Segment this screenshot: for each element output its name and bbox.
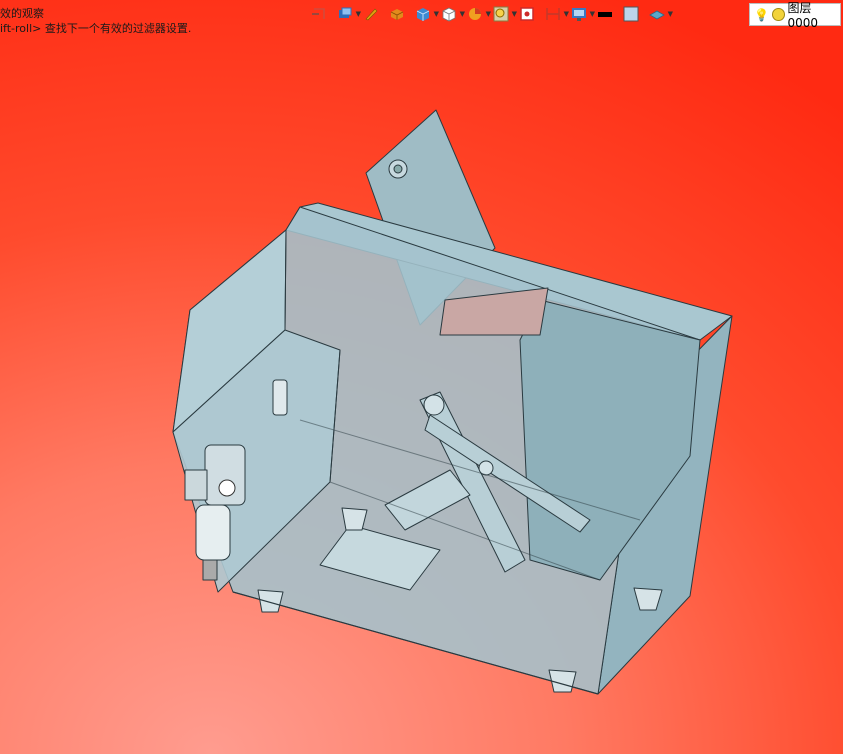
foot	[341, 507, 368, 531]
model-viewport[interactable]	[0, 0, 843, 754]
filter-bowl	[195, 504, 231, 561]
foot	[257, 589, 284, 613]
